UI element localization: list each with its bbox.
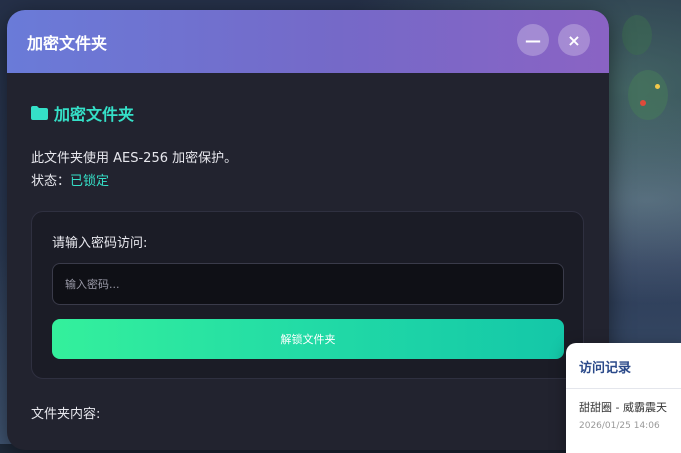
window-titlebar[interactable]: 加密文件夹 — × (7, 10, 609, 73)
close-icon: × (567, 30, 581, 50)
unlock-button[interactable]: 解锁文件夹 (52, 319, 564, 359)
background-tree (622, 15, 652, 55)
folder-icon (31, 106, 48, 120)
password-prompt: 请输入密码访问: (52, 236, 148, 251)
folder-heading: 加密文件夹 (31, 101, 585, 125)
access-log-entry: 甜甜圈 - 威霸震天 (579, 401, 667, 414)
close-button[interactable]: × (558, 24, 590, 56)
encrypted-folder-window: 加密文件夹 — × 加密文件夹 此文件夹使用 AES-256 加密保护。 状态：… (7, 10, 609, 450)
folder-status: 状态：已锁定 (31, 170, 585, 189)
status-value: 已锁定 (70, 174, 110, 189)
ornament (640, 100, 646, 106)
minimize-button[interactable]: — (517, 24, 549, 56)
access-log-time: 2026/01/25 14:06 (579, 421, 660, 431)
background-tree (628, 70, 668, 120)
folder-description: 此文件夹使用 AES-256 加密保护。 (31, 151, 238, 166)
access-log-card[interactable]: 访问记录 甜甜圈 - 威霸震天 2026/01/25 14:06 (566, 343, 681, 453)
status-label: 状态： (31, 174, 71, 189)
window-title: 加密文件夹 (27, 34, 108, 53)
divider (566, 388, 681, 389)
ornament (655, 84, 660, 89)
access-log-title: 访问记录 (579, 361, 632, 376)
folder-name: 加密文件夹 (54, 105, 135, 124)
window-content: 加密文件夹 此文件夹使用 AES-256 加密保护。 状态：已锁定 请输入密码访… (7, 73, 609, 422)
folder-contents-label: 文件夹内容: (31, 407, 101, 422)
password-input[interactable] (52, 263, 564, 305)
minus-icon: — (525, 30, 541, 50)
unlock-panel: 请输入密码访问: 解锁文件夹 (31, 211, 584, 379)
